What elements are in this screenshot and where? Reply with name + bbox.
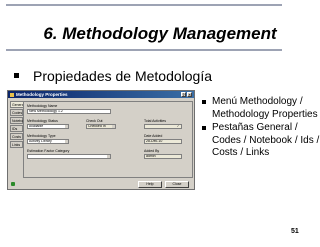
- tab-general[interactable]: General: [10, 101, 24, 108]
- type-label: Methodology Type: [27, 134, 56, 138]
- main-bullet: Propiedades de Metodología: [33, 68, 213, 84]
- date-added-label: Date Added: [144, 134, 163, 138]
- tab-ids[interactable]: IDs: [10, 125, 23, 132]
- right-bullet-item: Pestañas General / Codes / Notebook / Id…: [212, 122, 320, 158]
- close-button[interactable]: Close: [165, 181, 189, 188]
- checkmark-icon: [11, 182, 15, 186]
- date-added-field: 28-Dec-10: [144, 139, 182, 144]
- methodology-name-field[interactable]: New Methodology 1.2: [27, 109, 111, 114]
- estimation-label: Estimation Factor Category: [27, 149, 70, 153]
- status-select[interactable]: Available: [27, 124, 69, 129]
- methodology-name-label: Methodology Name: [27, 104, 58, 108]
- tab-costs[interactable]: Costs: [10, 133, 23, 140]
- tab-notebook[interactable]: Notebook: [10, 117, 27, 124]
- bullet-marker: [202, 126, 206, 130]
- chevron-down-icon: [65, 140, 68, 143]
- added-by-field: admin: [144, 154, 182, 159]
- tab-links[interactable]: Links: [10, 141, 23, 148]
- bullet-marker: [14, 73, 19, 78]
- close-title-button[interactable]: ×: [187, 92, 192, 97]
- dialog-titlebar: Methodology Properties ? ×: [8, 91, 194, 98]
- help-title-button[interactable]: ?: [181, 92, 186, 97]
- checkout-select[interactable]: Checked In: [86, 124, 116, 129]
- methodology-properties-dialog: Methodology Properties ? × General Codes…: [7, 90, 195, 190]
- right-bullet-item: Menú Methodology / Methodology Propertie…: [212, 96, 318, 120]
- chevron-down-icon: [112, 125, 115, 128]
- status-label: Methodology Status: [27, 119, 58, 123]
- type-value: Activity Library: [29, 139, 52, 143]
- status-value: Available: [29, 124, 44, 128]
- top-rule: [6, 4, 282, 6]
- chevron-down-icon: [107, 155, 110, 158]
- title-underline: [6, 49, 282, 51]
- estimation-select[interactable]: [27, 154, 111, 159]
- total-activities-field: 7: [144, 124, 182, 129]
- app-icon: [10, 92, 14, 97]
- tab-codes[interactable]: Codes: [10, 109, 23, 116]
- page-number: 51: [291, 228, 299, 235]
- checkout-label: Check Out: [86, 119, 103, 123]
- dialog-title: Methodology Properties: [16, 92, 68, 97]
- slide-title: 6. Methodology Management: [43, 24, 277, 43]
- general-panel: Methodology Name New Methodology 1.2 Met…: [23, 101, 193, 178]
- help-button[interactable]: Help: [138, 181, 162, 188]
- total-activities-label: Total Activities: [144, 119, 166, 123]
- chevron-down-icon: [65, 125, 68, 128]
- checkout-value: Checked In: [88, 124, 106, 128]
- dialog-button-bar: Help Close: [8, 180, 194, 189]
- bullet-marker: [202, 100, 206, 104]
- type-select[interactable]: Activity Library: [27, 139, 69, 144]
- added-by-label: Added By: [144, 149, 160, 153]
